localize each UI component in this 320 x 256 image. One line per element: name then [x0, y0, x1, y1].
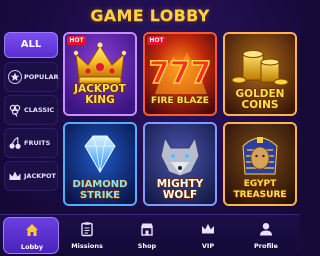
- game-tile-mighty-wolf[interactable]: MIGHTY WOLF: [143, 122, 217, 206]
- nav-shop[interactable]: Shop: [119, 217, 175, 254]
- nav-label: Missions: [71, 242, 103, 250]
- home-icon: [26, 224, 38, 236]
- hot-badge: HOT: [67, 36, 86, 45]
- page-title: GAME LOBBY: [90, 6, 210, 25]
- game-title: JACKPOT KING: [74, 83, 126, 106]
- category-fruits[interactable]: FRUITS: [4, 128, 58, 158]
- game-tile-fire-blaze[interactable]: 777 HOT FIRE BLAZE: [143, 32, 217, 116]
- category-label: FRUITS: [24, 139, 51, 147]
- crown-icon: [9, 171, 21, 180]
- game-tile-diamond-strike[interactable]: DIAMOND STRIKE: [63, 122, 137, 206]
- star-icon: [8, 70, 22, 84]
- svg-text:777: 777: [149, 56, 212, 91]
- game-title: MIGHTY WOLF: [156, 178, 204, 201]
- game-lobby-screen: GAME LOBBY ALL POPULAR CLASSIC FRUITS JA…: [0, 0, 300, 256]
- cherries-icon: [9, 136, 21, 149]
- clipboard-icon: [81, 222, 93, 237]
- category-label: POPULAR: [24, 73, 59, 81]
- nav-label: Profile: [254, 242, 278, 250]
- game-title: GOLDEN COINS: [235, 88, 285, 111]
- game-tile-jackpot-king[interactable]: HOT JACKPOT KING: [63, 32, 137, 116]
- nav-lobby[interactable]: Lobby: [3, 217, 59, 254]
- category-classic[interactable]: CLASSIC: [4, 95, 58, 125]
- nav-missions[interactable]: Missions: [59, 217, 115, 254]
- nav-vip[interactable]: VIP: [180, 217, 236, 254]
- shop-icon: [141, 223, 153, 236]
- nav-profile[interactable]: Profile: [238, 217, 294, 254]
- crown-icon: [202, 224, 214, 234]
- category-label: CLASSIC: [24, 106, 55, 114]
- game-tile-golden-coins[interactable]: GOLDEN COINS: [223, 32, 297, 116]
- category-label: JACKPOT: [24, 172, 56, 180]
- category-all[interactable]: ALL: [4, 32, 58, 58]
- user-icon: [260, 223, 272, 236]
- nav-label: VIP: [201, 242, 215, 250]
- game-title: EGYPT TREASURE: [233, 179, 287, 200]
- game-title: DIAMOND STRIKE: [72, 179, 128, 201]
- category-jackpot[interactable]: JACKPOT: [4, 161, 58, 191]
- bottom-nav: Lobby Missions Shop VIP Profile: [0, 214, 300, 256]
- category-sidebar: ALL POPULAR CLASSIC FRUITS JACKPOT: [4, 32, 59, 212]
- game-tile-egypt-treasure[interactable]: EGYPT TREASURE: [223, 122, 297, 206]
- hot-badge: HOT: [147, 36, 166, 45]
- clover-icon: [9, 104, 21, 117]
- category-popular[interactable]: POPULAR: [4, 62, 59, 92]
- nav-label: Shop: [137, 242, 157, 250]
- game-title: FIRE BLAZE: [151, 96, 209, 106]
- nav-label: Lobby: [20, 243, 44, 251]
